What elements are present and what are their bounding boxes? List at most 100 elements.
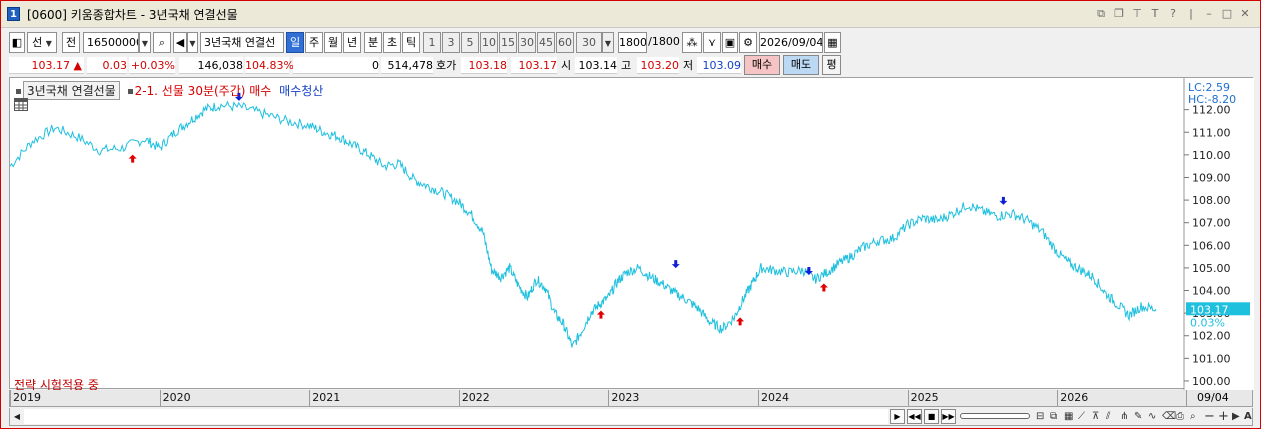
date-input[interactable]: 2026/09/04 [759,32,823,53]
play-icon[interactable]: ▶ [890,409,905,424]
sell-signal-arrow-icon [671,260,680,269]
interval-10[interactable]: 10 [480,32,498,53]
fast-forward-icon[interactable]: ▶▶ [941,409,956,424]
interval-dropdown[interactable]: ▼ [602,32,614,53]
link-icon[interactable]: ⧉ [1094,6,1108,21]
minimize-icon[interactable]: – [1202,6,1216,21]
code-input[interactable]: 16500000 [83,32,139,53]
title-bar[interactable]: 1 [0600] 키움종합차트 - 3년국채 연결선물 ⧉ ❐ ⊤ T ? | … [1,1,1260,28]
channel-icon[interactable]: ⋔ [1120,409,1128,424]
scroll-right-icon[interactable]: ▶ [1232,409,1240,424]
pen-icon[interactable]: ✎ [1134,409,1142,424]
product-name-field[interactable]: 3년국채 연결선 [200,32,284,53]
price-chart[interactable]: 112.00 111.00 110.00 109.00 108.00 107.00 106.… [9,77,1254,392]
calendar-button-icon[interactable]: ▦ [824,32,841,53]
chart-tool-icon[interactable]: ⁂ [682,32,702,53]
quote-bar: 103.17 ▲ 0.03 +0.03% 146,038 104.83% 0 5… [9,55,1259,75]
stop-icon[interactable]: ■ [924,409,939,424]
grid-table-icon[interactable] [14,98,28,111]
gear-icon[interactable]: ⚙ [739,32,757,53]
separator-icon: | [1189,7,1193,20]
period-minute[interactable]: 분 [364,32,382,53]
auto-scale-icon[interactable]: A [1244,409,1252,424]
buy-signal-arrow-icon [736,317,745,326]
interval-3[interactable]: 3 [442,32,460,53]
chevron-down-icon: ▼ [604,39,612,48]
x-tick-label: 2020 [159,390,191,406]
price-line [10,100,1157,348]
zoom-in-icon[interactable]: + [1218,409,1229,424]
screenshot-icon[interactable]: ⎙ [1176,409,1184,424]
interval-input[interactable]: 30 [576,32,602,53]
period-year[interactable]: 년 [343,32,361,53]
fibonacci-icon[interactable]: ⊼ [1092,409,1099,424]
interval-5[interactable]: 5 [461,32,479,53]
scope-button[interactable]: 전 [62,32,80,53]
search-icon[interactable]: ⌕ [153,32,171,53]
code-dropdown[interactable]: ▼ [139,32,151,53]
low-price: 103.09 [697,57,741,74]
interval-15[interactable]: 15 [499,32,517,53]
magnifier-icon[interactable]: ⌕ [1190,409,1196,424]
font-icon[interactable]: T [1148,6,1162,21]
zoom-out-icon[interactable]: − [1204,409,1215,424]
market-select[interactable]: 선 ▼ [27,32,57,53]
parallel-line-icon[interactable]: ⫽ [1106,409,1110,424]
legend-exit[interactable]: 매수청산 [279,84,323,98]
period-tick[interactable]: 틱 [402,32,420,53]
legend-instrument[interactable]: 3년국채 연결선물 [23,81,120,100]
rewind-icon[interactable]: ◀◀ [907,409,922,424]
speaker-dropdown[interactable]: ▼ [187,32,198,53]
chart-window: 1 [0600] 키움종합차트 - 3년국채 연결선물 ⧉ ❐ ⊤ T ? | … [0,0,1261,429]
zoom-box-icon[interactable]: ⊟ [1036,409,1044,424]
period-second[interactable]: 초 [383,32,401,53]
buy-button[interactable]: 매수 [744,55,780,75]
close-icon[interactable]: ✕ [1238,6,1252,21]
maximize-icon[interactable]: □ [1220,6,1234,21]
market-select-value: 선 [32,36,43,49]
copy-chart-icon[interactable]: ⧉ [1050,409,1057,424]
price-chart-svg: 112.00111.00110.00109.00108.00107.00106.… [10,78,1254,390]
volume: 146,038 [179,57,243,74]
up-triangle-icon: ▲ [73,59,82,72]
eraser-icon[interactable]: ⌫ [1162,409,1176,424]
wave-icon[interactable]: ∿ [1148,409,1156,424]
interval-1[interactable]: 1 [423,32,441,53]
price-series [10,100,1157,348]
period-month[interactable]: 월 [324,32,342,53]
count-input[interactable]: 1800 [618,32,647,53]
x-axis[interactable]: 2019 2020 2021 2022 2023 2024 2025 2026 09/04 [9,390,1253,407]
copy-window-icon[interactable]: ❐ [1112,6,1126,21]
y-tick-label: 111.00 [1192,126,1231,139]
period-week[interactable]: 주 [305,32,323,53]
trend-line-icon[interactable]: ⟋ [1078,409,1085,424]
period-day[interactable]: 일 [286,32,304,53]
indicator-icon[interactable]: ⋎ [703,32,721,53]
interval-30[interactable]: 30 [518,32,536,53]
average-button[interactable]: 평 [822,55,841,75]
speaker-icon[interactable]: ◀ [173,32,187,53]
save-icon[interactable]: ▣ [722,32,738,53]
layout-icon[interactable]: ◧ [9,32,25,53]
y-tick-label: 104.00 [1192,285,1231,298]
high-label: 고 [621,59,632,72]
interval-45[interactable]: 45 [537,32,555,53]
y-tick-label: 108.00 [1192,194,1231,207]
grid-icon[interactable]: ▦ [1064,409,1073,424]
scroll-left-icon[interactable]: ◀ [10,409,24,424]
pin-icon[interactable]: ⊤ [1130,6,1144,21]
speed-slider[interactable] [960,413,1030,419]
x-axis-current-date: 09/04 [1186,390,1252,406]
buy-signal-arrow-icon [596,310,605,319]
help-icon[interactable]: ? [1166,6,1180,21]
buy-signal-arrow-icon [819,283,828,292]
price-tag-change: 0.03% [1190,316,1225,329]
bid-label: 호가 [436,59,457,72]
x-tick-label: 2019 [10,390,41,406]
legend-strategy[interactable]: 2-1. 선물 30분(주간) 매수 [135,84,272,98]
y-tick-label: 102.00 [1192,330,1231,343]
scroll-track[interactable] [24,409,888,424]
sell-button[interactable]: 매도 [783,55,819,75]
interval-60[interactable]: 60 [556,32,574,53]
chart-scroll-bar: ◀ ▶ ◀◀ ■ ▶▶ ⊟ ⧉ ▦ ⟋ ⊼ ⫽ ⋔ ✎ ∿ ⌫ ⎙ ⌕ − + … [9,408,1253,426]
